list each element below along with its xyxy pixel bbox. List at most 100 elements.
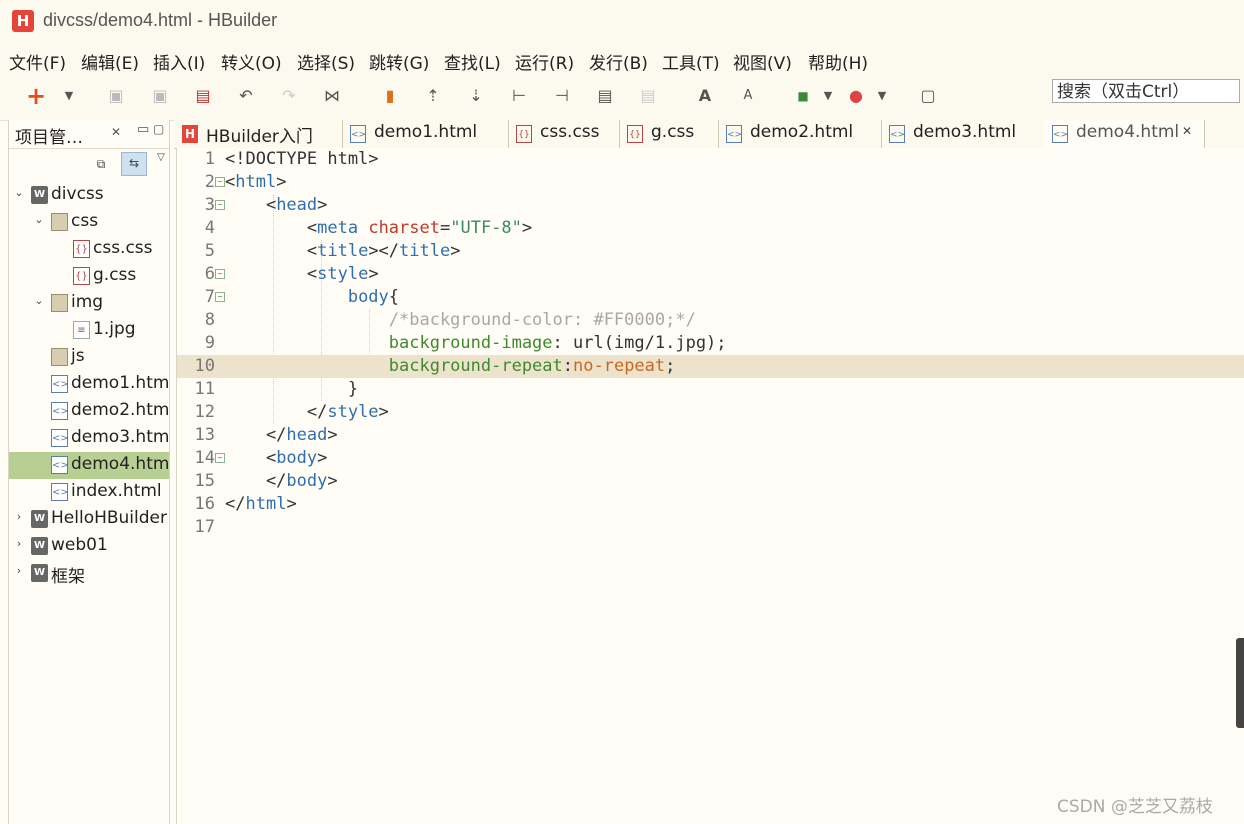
browser-dropdown-icon[interactable]: ▼ [872,86,892,106]
redo-icon[interactable]: ↷ [279,86,299,106]
project-panel-tab[interactable]: 项目管… [15,123,83,148]
menu-insert[interactable]: 插入(I) [153,49,205,74]
tab-g-css[interactable]: {} g.css [619,120,719,148]
tab-demo3-html[interactable]: <> demo3.html [881,120,1045,148]
menu-find[interactable]: 查找(L) [444,49,501,74]
fold-toggle-icon[interactable]: − [215,269,225,279]
code-line[interactable]: 14− <body> [177,447,1244,470]
bookmark-icon[interactable]: ▮ [380,86,400,106]
code-line[interactable]: 11 } [177,378,1244,401]
code-token: < [225,195,277,215]
maximize-icon[interactable]: ▢ [153,122,164,136]
menu-edit[interactable]: 编辑(E) [81,49,139,74]
chevron-down-icon[interactable]: ⌄ [13,186,25,199]
code-line[interactable]: 15 </body> [177,470,1244,493]
undo-icon[interactable]: ↶ [236,86,256,106]
save-icon[interactable]: ▣ [106,86,126,106]
tree-item[interactable]: <> demo4.html [9,452,169,479]
console-icon[interactable]: ▢ [918,86,938,106]
view-menu-icon[interactable]: ▽ [151,148,171,168]
uncomment-icon[interactable]: ▤ [638,86,658,106]
indent-right-icon[interactable]: ⊣ [552,86,572,106]
chevron-down-icon[interactable]: ⌄ [33,294,45,307]
go-up-icon[interactable]: ⇡ [423,86,443,106]
code-line[interactable]: 8 /*background-color: #FF0000;*/ [177,309,1244,332]
code-line[interactable]: 1 <!DOCTYPE html> [177,148,1244,171]
line-number: 12 [194,402,215,422]
code-line[interactable]: 17 [177,516,1244,539]
hbuilder-logo-icon: H [12,10,34,32]
menu-view[interactable]: 视图(V) [733,49,792,74]
line-number: 8 [204,310,215,330]
code-token: background-repeat [388,356,563,376]
code-line[interactable]: 2− <html> [177,171,1244,194]
code-line[interactable]: 5 <title></title> [177,240,1244,263]
chevron-down-icon[interactable]: ⌄ [33,213,45,226]
save-all-icon[interactable]: ▣ [150,86,170,106]
tree-item[interactable]: {} g.css [9,263,169,290]
tab-demo4-html[interactable]: <> demo4.html ✕ [1044,120,1205,148]
chrome-browser-icon[interactable]: ● [846,86,866,106]
code-line[interactable]: 4 <meta charset="UTF-8"> [177,217,1244,240]
go-down-icon[interactable]: ⇣ [466,86,486,106]
fold-toggle-icon[interactable]: − [215,292,225,302]
tree-item[interactable]: <> index.html [9,479,169,506]
menu-tools[interactable]: 工具(T) [662,49,720,74]
code-line[interactable]: 9 background-image: url(img/1.jpg); [177,332,1244,355]
code-editor[interactable]: 1 <!DOCTYPE html> 2− <html> 3− <head> 4 <meta… [176,148,1244,824]
format-icon[interactable]: ⋈ [322,86,342,106]
code-line[interactable]: 13 </head> [177,424,1244,447]
fold-toggle-icon[interactable]: − [215,177,225,187]
tree-item[interactable]: ⌄ Wdivcss [9,182,169,209]
code-line[interactable]: 12 </style> [177,401,1244,424]
comment-icon[interactable]: ▤ [595,86,615,106]
code-line[interactable]: 16 </html> [177,493,1244,516]
new-dropdown-icon[interactable]: ▼ [59,86,79,106]
code-line[interactable]: 6− <style> [177,263,1244,286]
collapse-all-icon[interactable]: ⧉ [91,154,111,174]
menu-goto[interactable]: 跳转(G) [369,49,429,74]
fold-toggle-icon[interactable]: − [215,200,225,210]
tab-css-css[interactable]: {} css.css [508,120,620,148]
tree-item[interactable]: <> demo3.html [9,425,169,452]
tree-item[interactable]: {} css.css [9,236,169,263]
close-file-icon[interactable]: ▤ [193,86,213,106]
tree-item[interactable]: ⌄ img [9,290,169,317]
chevron-right-icon[interactable]: › [13,510,25,523]
minimize-icon[interactable]: ▭ [137,122,149,137]
code-line[interactable]: 7− body{ [177,286,1244,309]
menu-help[interactable]: 帮助(H) [808,49,868,74]
tree-item[interactable]: › Wweb01 [9,533,169,560]
new-plus-icon[interactable]: + [26,84,46,108]
tree-item[interactable]: <> demo1.html [9,371,169,398]
chevron-right-icon[interactable]: › [13,564,25,577]
tab-hbuilder-[interactable]: H HBuilder入门 [174,120,343,148]
tab-demo2-html[interactable]: <> demo2.html [718,120,882,148]
tree-item[interactable]: ⌄ css [9,209,169,236]
scrollbar-thumb[interactable] [1236,638,1244,728]
menu-file[interactable]: 文件(F) [9,49,66,74]
tree-item[interactable]: ≡ 1.jpg [9,317,169,344]
menu-escape[interactable]: 转义(O) [221,49,282,74]
tree-item[interactable]: <> demo2.html [9,398,169,425]
fold-toggle-icon[interactable]: − [215,453,225,463]
chevron-right-icon[interactable]: › [13,537,25,550]
font-increase-icon[interactable]: A [695,86,715,106]
indent-left-icon[interactable]: ⊢ [509,86,529,106]
code-line[interactable]: 10 background-repeat:no-repeat; [177,355,1244,378]
menu-publish[interactable]: 发行(B) [589,49,648,74]
run-dropdown-icon[interactable]: ▼ [818,86,838,106]
close-icon[interactable]: ✕ [111,125,121,139]
font-decrease-icon[interactable]: A [738,86,758,106]
menu-select[interactable]: 选择(S) [297,49,355,74]
tree-item[interactable]: js [9,344,169,371]
tree-item[interactable]: › W 框架 [9,560,169,587]
menu-run[interactable]: 运行(R) [515,49,574,74]
run-device-icon[interactable]: ■ [793,86,813,106]
tree-item[interactable]: › W HelloHBuilder [9,506,169,533]
code-line[interactable]: 3− <head> [177,194,1244,217]
link-editor-icon[interactable]: ⇆ [121,152,147,176]
tab-demo1-html[interactable]: <> demo1.html [342,120,509,148]
close-icon[interactable]: ✕ [1182,124,1192,138]
search-input[interactable]: 搜索（双击Ctrl） [1052,79,1240,103]
